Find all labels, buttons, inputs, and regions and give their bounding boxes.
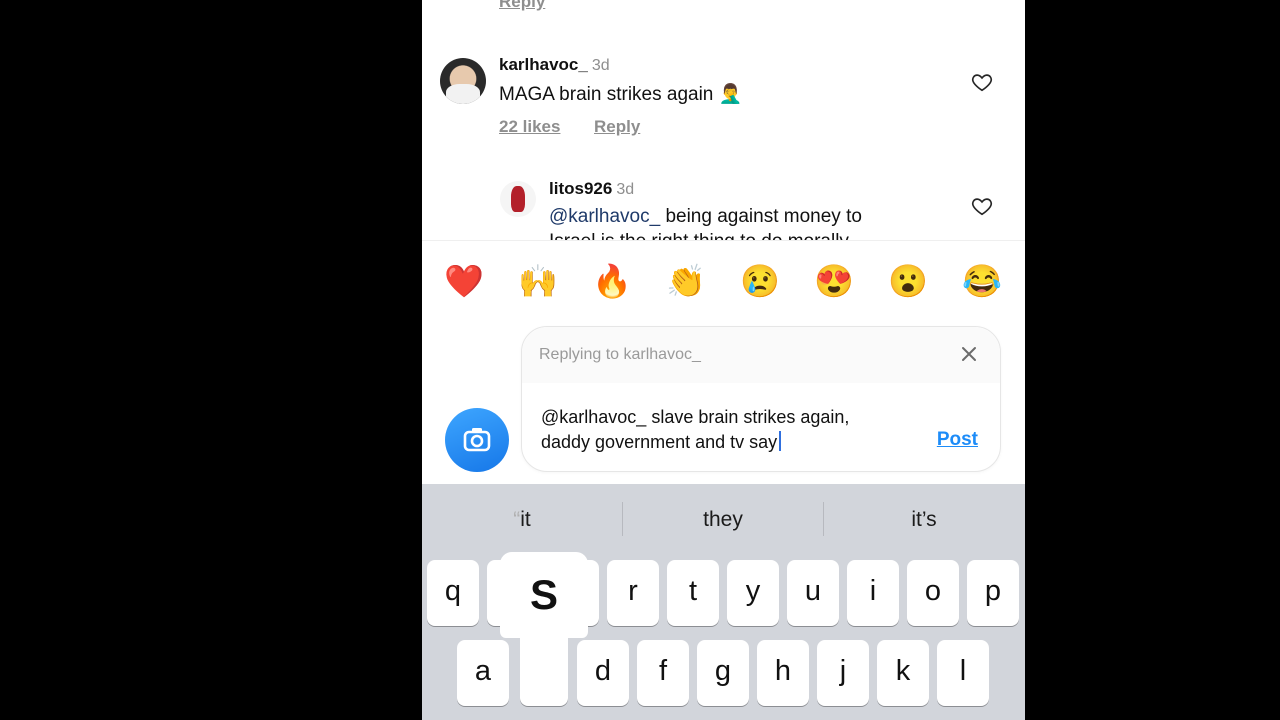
key-pop-letter: S xyxy=(500,552,588,638)
replying-to-banner: Replying to karlhavoc_ xyxy=(522,327,1000,383)
emoji-heart-eyes-button[interactable]: 😍 xyxy=(814,261,854,301)
close-icon[interactable] xyxy=(960,345,978,363)
key-q[interactable]: q xyxy=(427,560,479,626)
key-r[interactable]: r xyxy=(607,560,659,626)
emoji-bar: ❤️ 🙌 🔥 👏 😢 😍 😮 😂 xyxy=(422,240,1025,324)
reply-time: 3d xyxy=(616,181,635,198)
reply-link[interactable]: Reply xyxy=(499,0,545,12)
key-s-pressed[interactable]: S xyxy=(500,552,588,706)
comment-time: 3d xyxy=(591,57,610,74)
draft-line-2: daddy government and tv say xyxy=(541,430,931,455)
key-pop-stem xyxy=(520,632,568,706)
key-t[interactable]: t xyxy=(667,560,719,626)
draft-line-2-text: daddy government and tv say xyxy=(541,432,778,452)
heart-icon[interactable] xyxy=(971,195,993,217)
reply-text: @karlhavoc_ being against money to xyxy=(549,206,862,228)
key-o[interactable]: o xyxy=(907,560,959,626)
emoji-laughing-button[interactable]: 😂 xyxy=(962,261,1002,301)
emoji-crying-button[interactable]: 😢 xyxy=(740,261,780,301)
draft-line-1: @karlhavoc_ slave brain strikes again, xyxy=(541,407,850,427)
reply-text-line2: Israel is the right thing to do morally xyxy=(549,231,849,240)
comment-likes-link[interactable]: 22 likes xyxy=(499,117,560,137)
comment-reply-link[interactable]: Reply xyxy=(594,117,640,137)
reply-header: litos926 3d xyxy=(549,179,634,199)
emoji-fire-button[interactable]: 🔥 xyxy=(592,261,632,301)
key-i[interactable]: i xyxy=(847,560,899,626)
avatar[interactable] xyxy=(440,58,486,104)
key-p[interactable]: p xyxy=(967,560,1019,626)
replying-to-label: Replying to karlhavoc_ xyxy=(539,346,701,363)
key-u[interactable]: u xyxy=(787,560,839,626)
comment-thread: Reply karlhavoc_ 3d MAGA brain strikes ag… xyxy=(422,0,1025,240)
reply-text-body: being against money to xyxy=(660,206,862,227)
heart-icon[interactable] xyxy=(971,71,993,93)
comment-input[interactable]: @karlhavoc_ slave brain strikes again, d… xyxy=(541,405,931,455)
emoji-heart-button[interactable]: ❤️ xyxy=(444,261,484,301)
text-caret xyxy=(779,431,782,451)
reply-composer: Replying to karlhavoc_ @karlhavoc_ slave… xyxy=(521,326,1001,472)
suggestion-1[interactable]: “it xyxy=(422,508,622,532)
emoji-raised-hands-button[interactable]: 🙌 xyxy=(518,261,558,301)
key-f[interactable]: f xyxy=(637,640,689,706)
keyboard: “it they it’s q w e r t y u i o p a d f … xyxy=(422,484,1025,720)
camera-button[interactable] xyxy=(445,408,509,472)
key-j[interactable]: j xyxy=(817,640,869,706)
camera-icon xyxy=(463,428,491,452)
suggestion-3[interactable]: it’s xyxy=(824,508,1024,532)
emoji-surprised-button[interactable]: 😮 xyxy=(888,261,928,301)
avatar[interactable] xyxy=(500,181,536,217)
key-g[interactable]: g xyxy=(697,640,749,706)
comment-text: MAGA brain strikes again 🤦‍♂️ xyxy=(499,84,743,105)
key-h[interactable]: h xyxy=(757,640,809,706)
suggestion-2[interactable]: they xyxy=(623,508,823,532)
post-button[interactable]: Post xyxy=(937,429,978,451)
comment-username[interactable]: karlhavoc_ xyxy=(499,55,588,74)
key-l[interactable]: l xyxy=(937,640,989,706)
reply-username[interactable]: litos926 xyxy=(549,179,612,198)
key-k[interactable]: k xyxy=(877,640,929,706)
instagram-comments-screen: Reply karlhavoc_ 3d MAGA brain strikes ag… xyxy=(422,0,1025,720)
comment-header: karlhavoc_ 3d xyxy=(499,55,610,75)
key-y[interactable]: y xyxy=(727,560,779,626)
emoji-clap-button[interactable]: 👏 xyxy=(666,261,706,301)
reply-mention[interactable]: @karlhavoc_ xyxy=(549,206,660,227)
